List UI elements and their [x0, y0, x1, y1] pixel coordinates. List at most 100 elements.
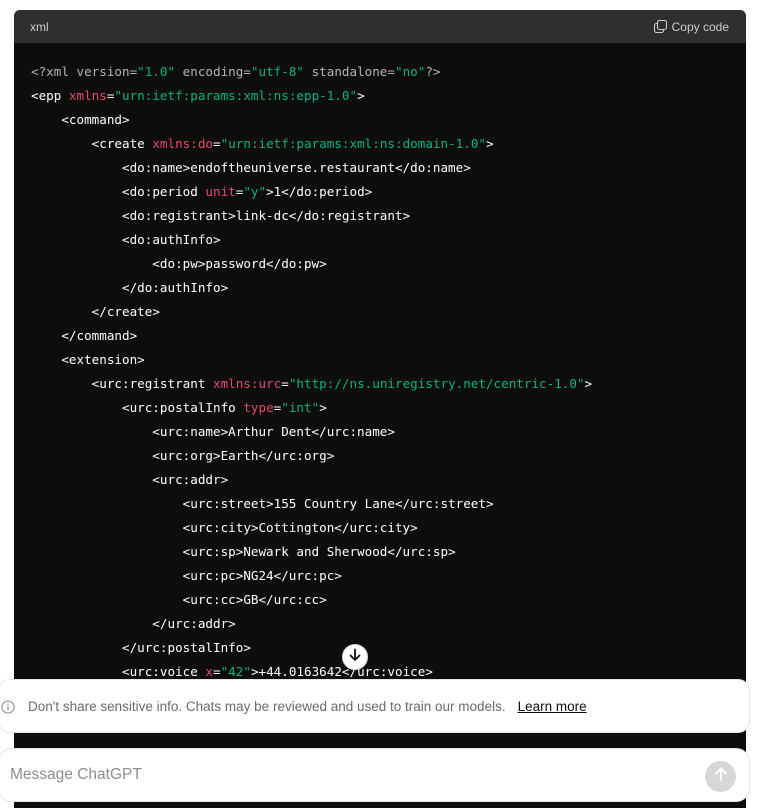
code-token: unit: [205, 184, 236, 199]
code-line: <urc:pc>NG24</urc:pc>: [31, 564, 746, 588]
copy-code-button[interactable]: Copy code: [653, 19, 729, 34]
code-line: <urc:registrant xmlns:urc="http://ns.uni…: [31, 372, 746, 396]
code-token: </do:authInfo>: [122, 280, 229, 295]
code-line: <urc:cc>GB</urc:cc>: [31, 588, 746, 612]
copy-code-label: Copy code: [671, 19, 729, 34]
code-line: <urc:addr>: [31, 468, 746, 492]
send-button[interactable]: [705, 761, 736, 792]
copy-icon: [653, 19, 667, 34]
code-line: <epp xmlns="urn:ietf:params:xml:ns:epp-1…: [31, 84, 746, 108]
code-language-label: xml: [30, 19, 49, 34]
code-token: xmlns:urc: [213, 376, 282, 391]
code-token: <urc:registrant: [91, 376, 213, 391]
code-token: <epp: [31, 88, 69, 103]
code-token: <urc:sp>Newark and Sherwood</urc:sp>: [182, 544, 456, 559]
code-line: </command>: [31, 324, 746, 348]
code-line: <do:name>endoftheuniverse.restaurant</do…: [31, 156, 746, 180]
code-token: "no": [394, 64, 426, 79]
code-line: <urc:org>Earth</urc:org>: [31, 444, 746, 468]
code-token: =: [213, 136, 221, 151]
code-token: >: [319, 400, 327, 415]
code-token: >1</do:period>: [266, 184, 373, 199]
code-token: "http://ns.uniregistry.net/centric-1.0": [288, 376, 585, 391]
code-token: =: [281, 376, 289, 391]
code-token: <urc:cc>GB</urc:cc>: [182, 592, 327, 607]
code-line: <urc:street>155 Country Lane</urc:street…: [31, 492, 746, 516]
code-token: standalone=: [303, 64, 395, 79]
code-token: <urc:org>Earth</urc:org>: [152, 448, 335, 463]
message-input[interactable]: [8, 765, 652, 785]
code-token: x: [205, 664, 213, 679]
code-token: <urc:city>Cottington</urc:city>: [182, 520, 418, 535]
code-token: xmlns:do: [152, 136, 214, 151]
code-token: ?>: [425, 64, 441, 79]
info-icon: [1, 700, 15, 717]
privacy-notice-text: Don't share sensitive info. Chats may be…: [28, 698, 506, 714]
code-token: <do:registrant>link-dc</do:registrant>: [122, 208, 411, 223]
code-line: <do:period unit="y">1</do:period>: [31, 180, 746, 204]
code-line: </create>: [31, 300, 746, 324]
learn-more-link[interactable]: Learn more: [518, 699, 587, 714]
code-token: <urc:pc>NG24</urc:pc>: [182, 568, 342, 583]
code-line: </urc:addr>: [31, 612, 746, 636]
privacy-notice: Don't share sensitive info. Chats may be…: [0, 679, 750, 733]
message-composer: [0, 748, 750, 802]
code-line: <extension>: [31, 348, 746, 372]
code-token: <?xml version=: [31, 64, 138, 79]
code-token: <urc:postalInfo: [122, 400, 244, 415]
code-line: </do:authInfo>: [31, 276, 746, 300]
code-line: <urc:postalInfo type="int">: [31, 396, 746, 420]
code-token: >: [357, 88, 365, 103]
code-token: "utf-8": [250, 64, 304, 79]
code-token: </command>: [61, 328, 138, 343]
scroll-to-bottom-button[interactable]: [342, 644, 368, 670]
code-token: <urc:street>155 Country Lane</urc:street…: [182, 496, 494, 511]
code-token: <do:period: [122, 184, 206, 199]
code-token: "1.0": [137, 64, 176, 79]
code-token: xmlns: [68, 88, 107, 103]
code-token: "int": [281, 400, 320, 415]
code-line: <do:authInfo>: [31, 228, 746, 252]
code-line: <urc:city>Cottington</urc:city>: [31, 516, 746, 540]
code-token: </urc:addr>: [152, 616, 236, 631]
code-token: "urn:ietf:params:xml:ns:domain-1.0": [220, 136, 486, 151]
code-token: type: [243, 400, 274, 415]
arrow-down-icon: [348, 648, 362, 667]
code-token: =: [213, 664, 221, 679]
code-token: <urc:name>Arthur Dent</urc:name>: [152, 424, 395, 439]
code-token: <do:pw>password</do:pw>: [152, 256, 327, 271]
code-line: <urc:name>Arthur Dent</urc:name>: [31, 420, 746, 444]
code-line: <do:pw>password</do:pw>: [31, 252, 746, 276]
code-token: >+44.0163642</urc:voice>: [250, 664, 433, 679]
code-line: </urc:postalInfo>: [31, 636, 746, 660]
code-token: >: [584, 376, 593, 391]
code-content: <?xml version="1.0" encoding="utf-8" sta…: [14, 43, 746, 732]
arrow-up-icon: [713, 766, 729, 787]
code-block-header: xml Copy code: [14, 10, 746, 43]
code-line: <do:registrant>link-dc</do:registrant>: [31, 204, 746, 228]
code-token: <create: [91, 136, 153, 151]
code-line: <urc:sp>Newark and Sherwood</urc:sp>: [31, 540, 746, 564]
code-token: <urc:addr>: [152, 472, 229, 487]
